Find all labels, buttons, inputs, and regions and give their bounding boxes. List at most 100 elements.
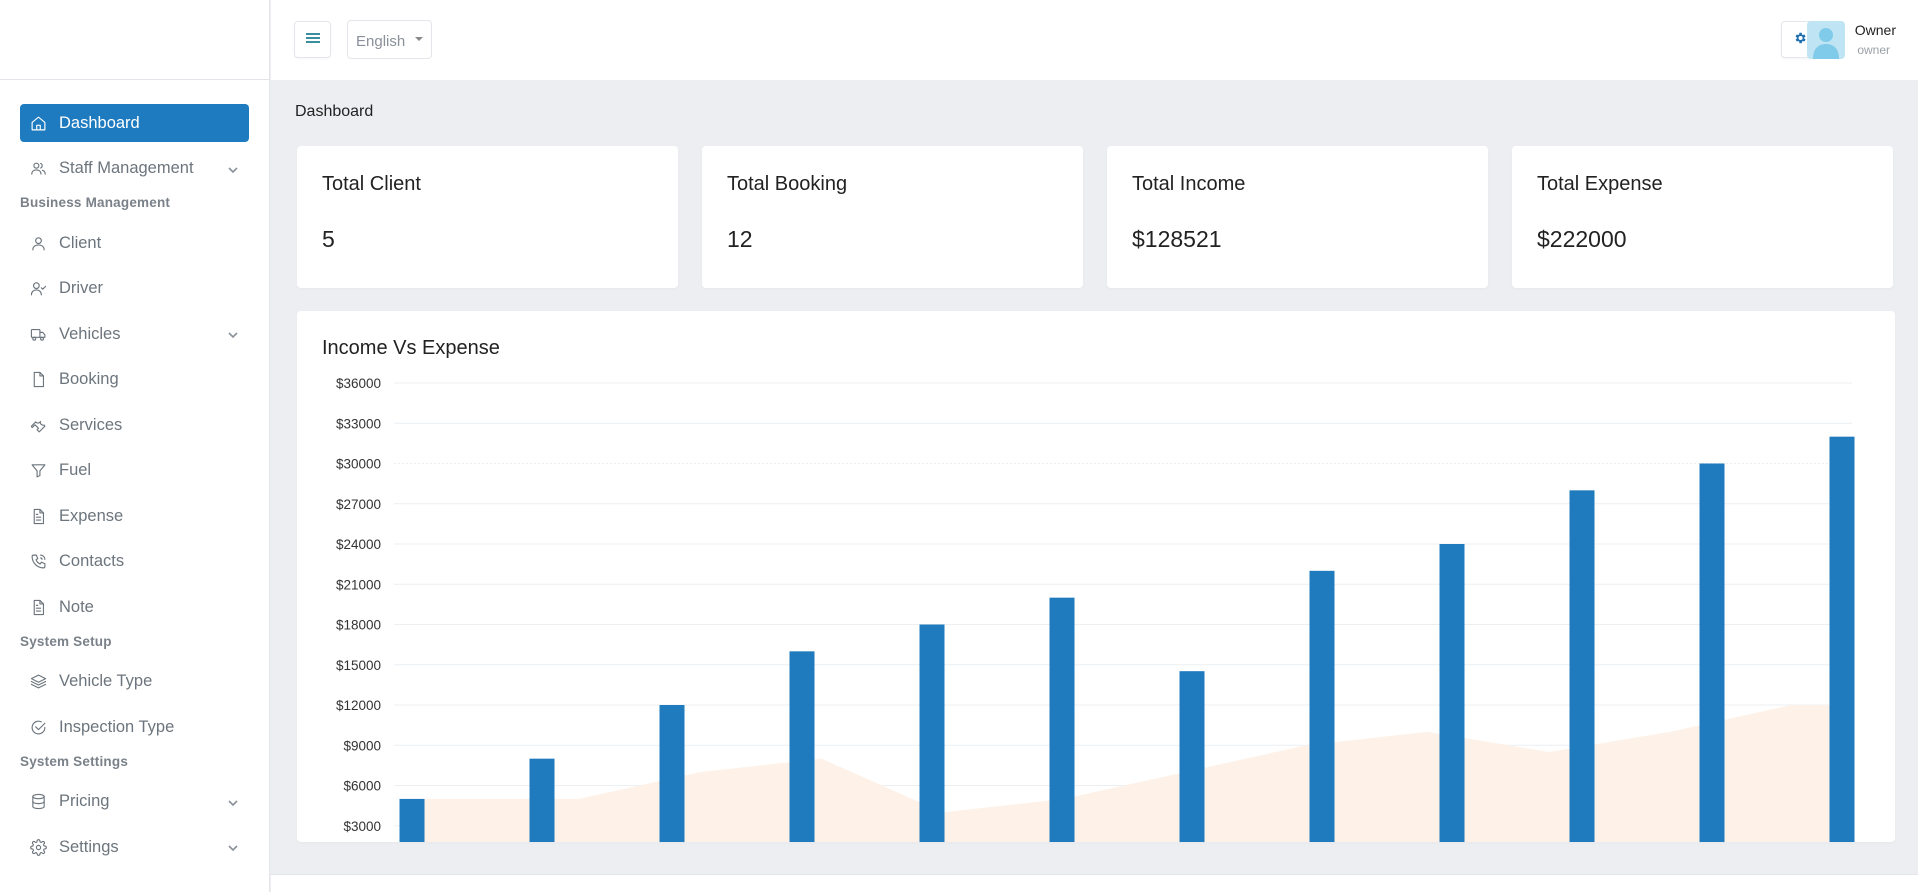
file-text-icon (28, 506, 48, 526)
stat-card-total-client: Total Client 5 (297, 146, 678, 288)
main-content: Dashboard Total Client 5 Total Booking 1… (271, 80, 1918, 892)
menu-toggle-button[interactable] (294, 21, 331, 58)
income-bar (1569, 490, 1595, 842)
sidebar: Dashboard Staff Management Business Manage… (0, 0, 270, 892)
user-check-icon (28, 279, 48, 299)
sidebar-item-expense[interactable]: Expense (20, 497, 249, 535)
user-name[interactable]: Owner (1855, 22, 1896, 38)
expense-area (407, 705, 1837, 842)
sidebar-brand (0, 0, 269, 80)
avatar[interactable] (1807, 21, 1845, 59)
income-bar (1439, 544, 1465, 842)
income-bar (529, 758, 555, 842)
sidebar-item-label: Settings (59, 837, 119, 856)
income-bar (659, 705, 685, 842)
sidebar-item-label: Inspection Type (59, 717, 175, 736)
income-expense-chart-card: Income Vs Expense $0$3000$6000$9000$1200… (297, 311, 1895, 842)
check-circle-icon (28, 717, 48, 737)
truck-icon (28, 324, 48, 344)
sidebar-item-settings[interactable]: Settings (20, 828, 249, 866)
income-bar (919, 624, 945, 842)
sidebar-item-note[interactable]: Note (20, 588, 249, 626)
sidebar-item-label: Expense (59, 506, 124, 525)
stat-card-total-income: Total Income $128521 (1107, 146, 1488, 288)
y-tick-label: $12000 (336, 698, 381, 713)
sidebar-item-label: Driver (59, 279, 103, 297)
database-icon (28, 792, 48, 812)
y-tick-label: $6000 (343, 779, 381, 794)
income-bar (1829, 436, 1855, 842)
user-role: owner (1857, 43, 1890, 57)
home-icon (28, 113, 48, 133)
phone-call-icon (28, 552, 48, 572)
chevron-down-icon (227, 327, 239, 339)
y-tick-label: $33000 (336, 416, 381, 431)
y-tick-label: $30000 (336, 457, 381, 472)
sidebar-section-system-setup: System Setup (20, 633, 112, 649)
topbar: English Owner owner (271, 0, 1918, 80)
file-text-icon (28, 597, 48, 617)
sidebar-item-services[interactable]: Services (20, 406, 249, 444)
caret-down-icon (415, 37, 423, 41)
chevron-down-icon (227, 795, 239, 807)
stat-value: $222000 (1537, 226, 1627, 252)
sidebar-item-client[interactable]: Client (20, 224, 249, 262)
hamburger-icon (305, 32, 320, 47)
y-tick-label: $36000 (336, 376, 381, 391)
file-icon (28, 370, 48, 390)
income-bar (1309, 570, 1335, 842)
stat-card-total-booking: Total Booking 12 (702, 146, 1083, 288)
sidebar-item-label: Note (59, 597, 94, 616)
language-select[interactable]: English (347, 20, 432, 59)
income-bar (789, 651, 815, 842)
sidebar-item-contacts[interactable]: Contacts (20, 543, 249, 581)
y-tick-label: $24000 (336, 537, 381, 552)
language-value: English (356, 33, 406, 50)
sidebar-item-pricing[interactable]: Pricing (20, 783, 249, 821)
income-expense-chart: $0$3000$6000$9000$12000$15000$18000$2100… (336, 376, 1855, 842)
stat-label: Total Booking (727, 173, 848, 195)
sidebar-item-driver[interactable]: Driver (20, 270, 249, 308)
layers-icon (28, 672, 48, 692)
sidebar-item-inspection-type[interactable]: Inspection Type (20, 708, 249, 746)
sidebar-item-label: Dashboard (59, 113, 140, 132)
filter-icon (28, 461, 48, 481)
footer (271, 874, 1918, 892)
sidebar-item-label: Vehicle Type (59, 672, 153, 690)
stat-card-total-expense: Total Expense $222000 (1512, 146, 1893, 288)
sidebar-item-staff-management[interactable]: Staff Management (20, 150, 249, 188)
income-bar (1049, 597, 1075, 842)
chevron-down-icon (227, 162, 239, 174)
income-bar (399, 798, 425, 842)
y-tick-label: $9000 (343, 738, 381, 753)
y-tick-label: $3000 (343, 819, 381, 834)
stat-value: $128521 (1132, 226, 1222, 252)
chevron-down-icon (227, 840, 239, 852)
y-tick-label: $15000 (336, 658, 381, 673)
sidebar-item-vehicles[interactable]: Vehicles (20, 315, 249, 353)
sidebar-item-label: Staff Management (59, 159, 194, 177)
stat-value: 5 (322, 226, 335, 252)
sidebar-item-dashboard[interactable]: Dashboard (20, 104, 249, 142)
y-tick-label: $27000 (336, 497, 381, 512)
income-bar (1699, 463, 1725, 842)
y-tick-label: $21000 (336, 577, 381, 592)
sidebar-item-label: Pricing (59, 792, 110, 810)
user-icon (28, 233, 48, 253)
stat-label: Total Income (1132, 173, 1246, 195)
settings-icon (28, 837, 48, 857)
sidebar-item-booking[interactable]: Booking (20, 361, 249, 399)
page-title: Dashboard (295, 103, 374, 120)
sidebar-item-label: Client (59, 233, 102, 252)
sidebar-item-label: Services (59, 415, 123, 434)
sidebar-section-system-settings: System Settings (20, 753, 129, 769)
sidebar-item-label: Booking (59, 370, 119, 388)
sidebar-section-business-management: Business Management (20, 195, 171, 210)
stat-label: Total Client (322, 173, 421, 195)
sidebar-item-label: Vehicles (59, 324, 121, 343)
sidebar-item-fuel[interactable]: Fuel (20, 452, 249, 490)
wrench-icon (28, 415, 48, 435)
sidebar-item-vehicle-type[interactable]: Vehicle Type (20, 663, 249, 701)
y-tick-label: $18000 (336, 618, 381, 633)
sidebar-nav: Dashboard Staff Management Business Manage… (0, 80, 269, 866)
